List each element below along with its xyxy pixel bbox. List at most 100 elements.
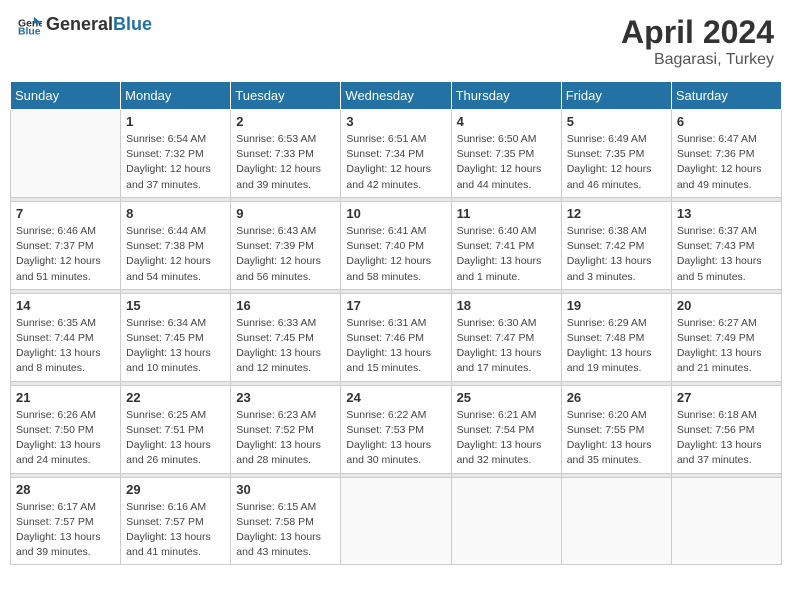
calendar-week-row-2: 7 Sunrise: 6:46 AMSunset: 7:37 PMDaylight… xyxy=(11,201,782,289)
weekday-header-row: SundayMondayTuesdayWednesdayThursdayFrid… xyxy=(11,82,782,110)
day-info: Sunrise: 6:20 AMSunset: 7:55 PMDaylight:… xyxy=(567,408,666,469)
day-info: Sunrise: 6:16 AMSunset: 7:57 PMDaylight:… xyxy=(126,500,225,561)
day-info: Sunrise: 6:44 AMSunset: 7:38 PMDaylight:… xyxy=(126,224,225,285)
calendar-week-row-5: 28 Sunrise: 6:17 AMSunset: 7:57 PMDayligh… xyxy=(11,477,782,565)
calendar-cell xyxy=(671,477,781,565)
day-number: 20 xyxy=(677,298,776,313)
calendar-cell: 10Sunrise: 6:41 AMSunset: 7:40 PMDayligh… xyxy=(341,201,451,289)
day-number: 8 xyxy=(126,206,225,221)
calendar-cell xyxy=(11,110,121,198)
weekday-header-monday: Monday xyxy=(121,82,231,110)
day-info: Sunrise: 6:54 AMSunset: 7:32 PMDaylight:… xyxy=(126,132,225,193)
day-number: 26 xyxy=(567,390,666,405)
calendar-cell: 19 Sunrise: 6:29 AMSunset: 7:48 PMDayligh… xyxy=(561,293,671,381)
calendar-cell: 4 Sunrise: 6:50 AMSunset: 7:35 PMDaylight… xyxy=(451,110,561,198)
weekday-header-saturday: Saturday xyxy=(671,82,781,110)
calendar-cell: 15 Sunrise: 6:34 AMSunset: 7:45 PMDayligh… xyxy=(121,293,231,381)
calendar-cell: 6 Sunrise: 6:47 AMSunset: 7:36 PMDaylight… xyxy=(671,110,781,198)
day-info: Sunrise: 6:38 AMSunset: 7:42 PMDaylight:… xyxy=(567,224,666,285)
day-info: Sunrise: 6:34 AMSunset: 7:45 PMDaylight:… xyxy=(126,316,225,377)
day-info: Sunrise: 6:40 AMSunset: 7:41 PMDaylight:… xyxy=(457,224,556,285)
day-info: Sunrise: 6:50 AMSunset: 7:35 PMDaylight:… xyxy=(457,132,556,193)
day-number: 11 xyxy=(457,206,556,221)
day-info: Sunrise: 6:27 AMSunset: 7:49 PMDaylight:… xyxy=(677,316,776,377)
title-area: April 2024 Bagarasi, Turkey xyxy=(621,14,774,69)
day-info: Sunrise: 6:51 AMSunset: 7:34 PMDaylight:… xyxy=(346,132,445,193)
day-info: Sunrise: 6:15 AMSunset: 7:58 PMDaylight:… xyxy=(236,500,335,561)
day-number: 14 xyxy=(16,298,115,313)
day-number: 30 xyxy=(236,482,335,497)
calendar-cell: 11 Sunrise: 6:40 AMSunset: 7:41 PMDayligh… xyxy=(451,201,561,289)
calendar-cell: 5 Sunrise: 6:49 AMSunset: 7:35 PMDaylight… xyxy=(561,110,671,198)
svg-text:Blue: Blue xyxy=(18,26,41,34)
weekday-header-tuesday: Tuesday xyxy=(231,82,341,110)
calendar-cell: 7 Sunrise: 6:46 AMSunset: 7:37 PMDaylight… xyxy=(11,201,121,289)
day-info: Sunrise: 6:21 AMSunset: 7:54 PMDaylight:… xyxy=(457,408,556,469)
calendar-cell xyxy=(561,477,671,565)
day-number: 23 xyxy=(236,390,335,405)
calendar-cell: 2Sunrise: 6:53 AMSunset: 7:33 PMDaylight… xyxy=(231,110,341,198)
weekday-header-friday: Friday xyxy=(561,82,671,110)
day-info: Sunrise: 6:46 AMSunset: 7:37 PMDaylight:… xyxy=(16,224,115,285)
day-info: Sunrise: 6:31 AMSunset: 7:46 PMDaylight:… xyxy=(346,316,445,377)
logo-general-label: General xyxy=(46,14,113,34)
day-number: 25 xyxy=(457,390,556,405)
calendar-cell: 26 Sunrise: 6:20 AMSunset: 7:55 PMDayligh… xyxy=(561,385,671,473)
day-number: 16 xyxy=(236,298,335,313)
day-number: 4 xyxy=(457,114,556,129)
calendar-cell: 20 Sunrise: 6:27 AMSunset: 7:49 PMDayligh… xyxy=(671,293,781,381)
generalblue-logo-icon: General Blue xyxy=(18,15,42,35)
day-info: Sunrise: 6:17 AMSunset: 7:57 PMDaylight:… xyxy=(16,500,115,561)
calendar-cell: 30 Sunrise: 6:15 AMSunset: 7:58 PMDayligh… xyxy=(231,477,341,565)
day-number: 21 xyxy=(16,390,115,405)
calendar-cell: 18 Sunrise: 6:30 AMSunset: 7:47 PMDayligh… xyxy=(451,293,561,381)
calendar-cell: 12 Sunrise: 6:38 AMSunset: 7:42 PMDayligh… xyxy=(561,201,671,289)
day-number: 6 xyxy=(677,114,776,129)
day-number: 19 xyxy=(567,298,666,313)
location-title: Bagarasi, Turkey xyxy=(621,51,774,69)
calendar-cell: 27 Sunrise: 6:18 AMSunset: 7:56 PMDayligh… xyxy=(671,385,781,473)
day-number: 29 xyxy=(126,482,225,497)
day-info: Sunrise: 6:33 AMSunset: 7:45 PMDaylight:… xyxy=(236,316,335,377)
calendar-week-row-4: 21 Sunrise: 6:26 AMSunset: 7:50 PMDayligh… xyxy=(11,385,782,473)
calendar-cell: 17Sunrise: 6:31 AMSunset: 7:46 PMDayligh… xyxy=(341,293,451,381)
day-number: 22 xyxy=(126,390,225,405)
day-number: 15 xyxy=(126,298,225,313)
calendar-cell: 8 Sunrise: 6:44 AMSunset: 7:38 PMDaylight… xyxy=(121,201,231,289)
day-number: 5 xyxy=(567,114,666,129)
calendar-cell: 29 Sunrise: 6:16 AMSunset: 7:57 PMDayligh… xyxy=(121,477,231,565)
calendar-cell: 25 Sunrise: 6:21 AMSunset: 7:54 PMDayligh… xyxy=(451,385,561,473)
day-info: Sunrise: 6:49 AMSunset: 7:35 PMDaylight:… xyxy=(567,132,666,193)
day-info: Sunrise: 6:30 AMSunset: 7:47 PMDaylight:… xyxy=(457,316,556,377)
calendar-cell: 22 Sunrise: 6:25 AMSunset: 7:51 PMDayligh… xyxy=(121,385,231,473)
calendar-cell: 28 Sunrise: 6:17 AMSunset: 7:57 PMDayligh… xyxy=(11,477,121,565)
day-info: Sunrise: 6:53 AMSunset: 7:33 PMDaylight:… xyxy=(236,132,335,193)
day-number: 27 xyxy=(677,390,776,405)
day-info: Sunrise: 6:18 AMSunset: 7:56 PMDaylight:… xyxy=(677,408,776,469)
day-info: Sunrise: 6:35 AMSunset: 7:44 PMDaylight:… xyxy=(16,316,115,377)
day-number: 12 xyxy=(567,206,666,221)
calendar-cell: 9Sunrise: 6:43 AMSunset: 7:39 PMDaylight… xyxy=(231,201,341,289)
calendar-cell xyxy=(451,477,561,565)
month-title: April 2024 xyxy=(621,14,774,51)
calendar-week-row-3: 14 Sunrise: 6:35 AMSunset: 7:44 PMDayligh… xyxy=(11,293,782,381)
day-number: 13 xyxy=(677,206,776,221)
day-number: 28 xyxy=(16,482,115,497)
page-header: General Blue GeneralBlue April 2024 Baga… xyxy=(10,10,782,73)
calendar-cell: 21 Sunrise: 6:26 AMSunset: 7:50 PMDayligh… xyxy=(11,385,121,473)
calendar-cell: 3Sunrise: 6:51 AMSunset: 7:34 PMDaylight… xyxy=(341,110,451,198)
calendar-cell: 23 Sunrise: 6:23 AMSunset: 7:52 PMDayligh… xyxy=(231,385,341,473)
day-info: Sunrise: 6:26 AMSunset: 7:50 PMDaylight:… xyxy=(16,408,115,469)
day-number: 9 xyxy=(236,206,335,221)
logo-general-text: GeneralBlue xyxy=(46,14,152,35)
calendar-week-row-1: 1Sunrise: 6:54 AMSunset: 7:32 PMDaylight… xyxy=(11,110,782,198)
day-info: Sunrise: 6:29 AMSunset: 7:48 PMDaylight:… xyxy=(567,316,666,377)
logo-blue-label: Blue xyxy=(113,14,152,34)
day-info: Sunrise: 6:25 AMSunset: 7:51 PMDaylight:… xyxy=(126,408,225,469)
day-number: 18 xyxy=(457,298,556,313)
day-info: Sunrise: 6:47 AMSunset: 7:36 PMDaylight:… xyxy=(677,132,776,193)
day-info: Sunrise: 6:23 AMSunset: 7:52 PMDaylight:… xyxy=(236,408,335,469)
day-info: Sunrise: 6:37 AMSunset: 7:43 PMDaylight:… xyxy=(677,224,776,285)
calendar-cell: 14 Sunrise: 6:35 AMSunset: 7:44 PMDayligh… xyxy=(11,293,121,381)
day-number: 7 xyxy=(16,206,115,221)
